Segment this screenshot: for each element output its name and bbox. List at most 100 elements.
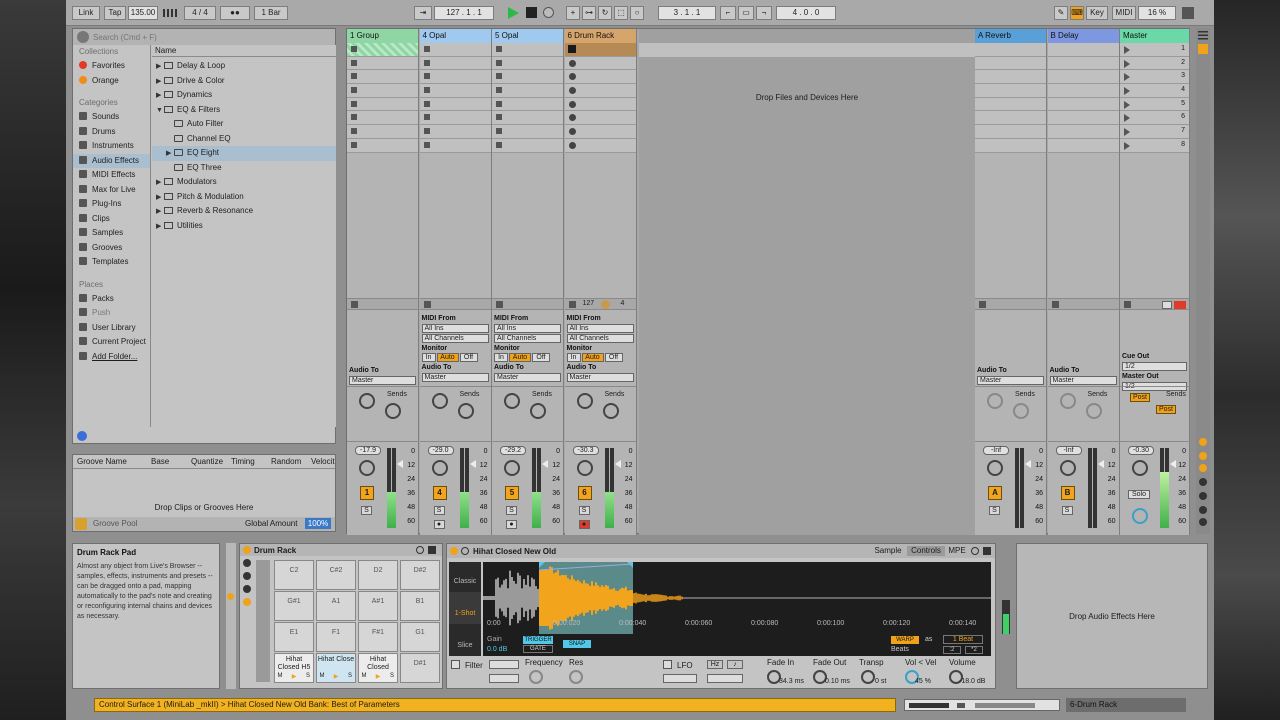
tap-button[interactable]: Tap xyxy=(104,6,126,20)
disclosure-icon[interactable]: ▶ xyxy=(156,75,164,90)
clip-stop-icon[interactable] xyxy=(423,87,430,94)
mode-classic[interactable]: Classic xyxy=(449,562,481,592)
scene-launch-icon[interactable] xyxy=(1124,73,1130,82)
track-title[interactable]: 1 Group xyxy=(347,29,418,43)
clip-record-icon[interactable] xyxy=(568,59,576,67)
send-b-knob[interactable] xyxy=(602,402,619,419)
clip-slot[interactable] xyxy=(347,84,418,98)
simpler-options-icon[interactable] xyxy=(971,547,979,555)
drum-pad[interactable]: Hihat Closed H5 M ▶ S xyxy=(274,653,314,683)
drum-pad[interactable]: A#1 xyxy=(358,591,398,621)
clip-slot[interactable] xyxy=(492,138,563,153)
clip-slot[interactable] xyxy=(564,138,636,153)
clip-slot[interactable] xyxy=(975,125,1046,139)
clip-stop-icon[interactable] xyxy=(423,128,430,135)
send-a-knob[interactable] xyxy=(504,392,520,409)
midi-map-button[interactable]: MIDI xyxy=(1112,6,1136,20)
simpler-play-icon[interactable] xyxy=(461,547,469,555)
track-title[interactable]: 5 Opal xyxy=(492,29,563,43)
drum-pad[interactable]: G1 xyxy=(400,622,440,652)
track-activator-button[interactable]: 5 xyxy=(505,486,519,500)
pad-mute-button[interactable]: M xyxy=(359,673,369,682)
link-button[interactable]: Link xyxy=(72,6,100,20)
nudge-icon[interactable] xyxy=(162,8,178,18)
category-sounds[interactable]: Sounds xyxy=(73,110,150,125)
cue-volume-knob[interactable] xyxy=(1132,508,1148,524)
stop-clips-icon[interactable] xyxy=(568,300,576,308)
monitor-in-button[interactable]: In xyxy=(566,352,581,362)
clip-stop-icon[interactable] xyxy=(351,141,357,148)
clip-slot[interactable] xyxy=(975,84,1046,98)
rack-options-icon[interactable] xyxy=(416,546,424,554)
clip-record-icon[interactable] xyxy=(568,128,576,136)
audio-to-select[interactable]: Master xyxy=(421,372,489,382)
quantize-select[interactable]: 1 Bar xyxy=(254,6,288,20)
browser-item[interactable]: ▶ Reverb & Resonance xyxy=(152,204,336,219)
punch-in-position[interactable]: 3 . 1 . 1 xyxy=(658,6,716,20)
pan-knob[interactable] xyxy=(987,460,1003,476)
category-midi-effects[interactable]: MIDI Effects xyxy=(73,168,150,183)
clip-slot[interactable] xyxy=(975,97,1046,112)
clip-slot[interactable] xyxy=(419,84,491,98)
track-activator-button[interactable]: 4 xyxy=(432,486,447,500)
disclosure-icon[interactable]: ▶ xyxy=(156,191,164,206)
solo-button[interactable]: S xyxy=(361,506,372,515)
monitor-auto-button[interactable]: Auto xyxy=(436,352,459,362)
track-title[interactable]: A Reverb xyxy=(975,29,1046,43)
scene-slot[interactable]: 8 xyxy=(1120,138,1189,153)
send-a-knob[interactable] xyxy=(359,392,375,409)
clip-slot[interactable] xyxy=(975,56,1046,71)
arm-button[interactable]: ● xyxy=(433,520,445,529)
clip-stop-icon[interactable] xyxy=(423,141,430,148)
category-grooves[interactable]: Grooves xyxy=(73,241,150,256)
simpler-on-icon[interactable] xyxy=(450,547,458,555)
collection-orange[interactable]: Orange xyxy=(73,74,150,89)
clip-stop-icon[interactable] xyxy=(496,59,502,66)
clip-record-icon[interactable] xyxy=(568,100,576,108)
gain-value[interactable]: 0.0 dB xyxy=(487,646,507,653)
clip-record-icon[interactable] xyxy=(568,141,576,149)
disclosure-icon[interactable]: ▼ xyxy=(156,104,164,119)
track-activator-button[interactable]: 6 xyxy=(577,486,592,500)
clip-slot[interactable] xyxy=(347,70,418,85)
solo-button[interactable]: S xyxy=(1061,506,1073,515)
groove-column-header[interactable]: Timing xyxy=(231,455,255,469)
clip-slot[interactable] xyxy=(419,97,491,112)
midi-channel-select[interactable]: All Channels xyxy=(566,333,634,343)
volume-field[interactable]: -17.9 xyxy=(355,446,381,455)
clip-slot[interactable] xyxy=(347,125,418,139)
drop-zone[interactable]: Drop Files and Devices Here xyxy=(639,29,975,535)
scene-slot[interactable]: 3 xyxy=(1120,70,1189,85)
volume-field[interactable]: -Inf xyxy=(983,446,1009,455)
pad-play-icon[interactable]: ▶ xyxy=(289,673,299,682)
warp-mode[interactable]: Beats xyxy=(891,646,909,653)
clip-stop-icon[interactable] xyxy=(351,100,357,107)
midi-from-select[interactable]: All Ins xyxy=(421,323,489,333)
send-a-knob[interactable] xyxy=(431,392,448,409)
clip-slot[interactable] xyxy=(564,84,636,98)
track-title[interactable]: 6 Drum Rack xyxy=(564,29,636,43)
drum-pad[interactable]: B1 xyxy=(400,591,440,621)
volume-field[interactable]: -29.2 xyxy=(500,446,526,455)
pad-solo-button[interactable]: S xyxy=(303,673,313,682)
solo-button[interactable]: S xyxy=(506,506,517,515)
clip-stop-icon[interactable] xyxy=(351,73,357,80)
place-push[interactable]: Push xyxy=(73,306,150,321)
category-drums[interactable]: Drums xyxy=(73,125,150,140)
record-icon[interactable] xyxy=(543,7,554,18)
global-amount-field[interactable]: 100% xyxy=(305,518,331,529)
clip-slot[interactable] xyxy=(347,43,418,57)
loop-icon[interactable]: ▭ xyxy=(738,6,754,20)
category-audio-effects[interactable]: Audio Effects xyxy=(73,153,150,168)
clip-slot[interactable] xyxy=(419,125,491,139)
warp-button[interactable]: WARP xyxy=(891,636,919,644)
collection-favorites[interactable]: Favorites xyxy=(73,59,150,74)
clip-slot[interactable] xyxy=(419,43,491,57)
clip-slot[interactable] xyxy=(564,43,636,57)
post-b-button[interactable]: Post xyxy=(1156,404,1176,414)
clip-stop-icon[interactable] xyxy=(496,87,502,94)
clip-slot[interactable] xyxy=(492,70,563,85)
clip-stop-icon[interactable] xyxy=(496,46,502,52)
drum-pad[interactable]: G#1 xyxy=(274,591,314,621)
snap-button[interactable]: SNAP xyxy=(563,640,591,648)
